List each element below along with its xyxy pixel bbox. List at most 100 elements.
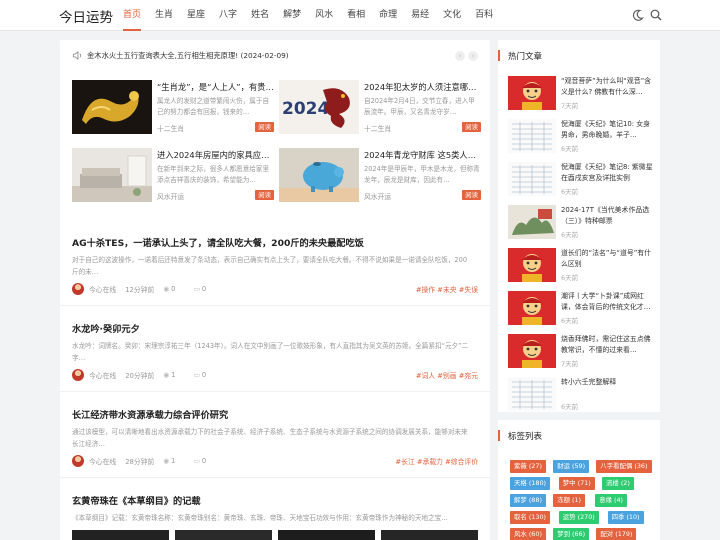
featured-thumbnail-living-room[interactable] xyxy=(72,148,152,202)
tag-chip[interactable]: 梦中 (71) xyxy=(558,477,595,490)
notice-prev-button[interactable]: ‹ xyxy=(455,51,465,61)
article-title[interactable]: AG十杀TES，一诺承认上头了，请全队吃大餐，200斤的未央最配吃饭 xyxy=(72,235,364,249)
hot-article-item[interactable]: 2024-17T《当代美术作品选（三）》特种邮票 6天前 xyxy=(508,205,653,239)
tag-chip[interactable]: 意缘 (4) xyxy=(595,494,628,507)
hot-article-item[interactable]: 倪海厦《天纪》笔记8: 紫微星在酉戌亥宫及详批实例 6天前 xyxy=(508,162,653,196)
featured-title[interactable]: 进入2024年房屋内的家具应… xyxy=(157,149,274,161)
hot-article-title[interactable]: 烧香拜佛时，需记住这五点佛教常识，不懂的过来看… xyxy=(561,334,653,356)
nav-item[interactable]: 生肖 xyxy=(148,0,180,31)
featured-title[interactable]: “生肖龙”，是“人上人”，有贵… xyxy=(157,81,274,93)
nav-item[interactable]: 百科 xyxy=(468,0,500,31)
article-title[interactable]: 长江经济带水资源承载力综合评价研究 xyxy=(72,407,228,421)
nav-item[interactable]: 星座 xyxy=(180,0,212,31)
tag-chip[interactable]: 紫薇 (27) xyxy=(510,460,546,473)
featured-title[interactable]: 2024年犯太岁的人须注意哪… xyxy=(364,81,481,93)
avatar[interactable] xyxy=(72,455,84,467)
hot-article-thumbnail[interactable] xyxy=(508,119,556,153)
article-meta: 今心在线 20分钟前 ◉ 1 ▭ 0 xyxy=(72,369,224,381)
featured-item[interactable]: 进入2024年房屋内的家具应… 在新年到来之际，很多人都愿意给家里添点吉祥喜庆的… xyxy=(72,148,274,202)
hot-article-item[interactable]: 道长们的“法名”与“道号”有什么区别 6天前 xyxy=(508,248,653,282)
article-tags[interactable]: #长江 #承载力 #综合评价 xyxy=(395,456,478,466)
hot-article-item[interactable]: “观音菩萨”为什么叫“观音”含义是什么? 佛教有什么深… 7天前 xyxy=(508,76,653,110)
avatar[interactable] xyxy=(72,283,84,295)
tag-chip[interactable]: 风水 (60) xyxy=(510,528,546,540)
tag-chip[interactable]: 财运 (59) xyxy=(553,460,590,473)
author-name[interactable]: 今心在线 xyxy=(89,456,116,466)
hot-article-thumbnail[interactable] xyxy=(508,205,556,239)
read-button[interactable]: 阅读 xyxy=(255,190,274,200)
hot-article-thumbnail[interactable] xyxy=(508,248,556,282)
nav-item[interactable]: 文化 xyxy=(436,0,468,31)
tag-chip[interactable]: 梦到 (66) xyxy=(553,528,590,540)
dark-mode-moon-icon[interactable] xyxy=(631,8,645,22)
hot-article-thumbnail[interactable] xyxy=(508,162,556,196)
featured-item[interactable]: 2024 2024年犯太岁的人须注意哪… 自2024年2月4日，交节立春，进入甲… xyxy=(279,80,481,134)
featured-author[interactable]: 十二生肖 xyxy=(157,123,184,133)
article-image[interactable] xyxy=(278,530,375,540)
nav-item[interactable]: 看相 xyxy=(340,0,372,31)
hot-article-thumbnail[interactable] xyxy=(508,334,556,368)
featured-title[interactable]: 2024年青龙守财库 这5类人将… xyxy=(364,149,481,161)
hot-article-title[interactable]: 2024-17T《当代美术作品选（三）》特种邮票 xyxy=(561,205,653,227)
author-name[interactable]: 今心在线 xyxy=(89,370,116,380)
nav-item[interactable]: 首页 xyxy=(116,0,148,31)
tag-chip[interactable]: 天格 (180) xyxy=(510,477,550,490)
read-button[interactable]: 阅读 xyxy=(462,122,481,132)
tag-chip[interactable]: 解梦 (88) xyxy=(510,494,546,507)
list-item[interactable]: 水龙吟·癸卯元夕 水龙吟：词牌名。癸卯：宋理宗淳祐三年（1243年）。词人在文中… xyxy=(60,306,490,392)
nav-item[interactable]: 八字 xyxy=(212,0,244,31)
featured-author[interactable]: 风水开运 xyxy=(364,191,391,201)
list-item[interactable]: 长江经济带水资源承载力综合评价研究 通过该模型，可以清晰地看出水资源承载力下的社… xyxy=(60,392,490,478)
article-image[interactable] xyxy=(72,530,169,540)
nav-item[interactable]: 姓名 xyxy=(244,0,276,31)
article-tags[interactable]: #操作 #未央 #失误 xyxy=(416,284,478,294)
hot-article-thumbnail[interactable] xyxy=(508,291,556,325)
article-image[interactable] xyxy=(175,530,272,540)
hot-article-item[interactable]: 倪海厦《天纪》笔记10: 女身男命，男命晚婚，羊子… 6天前 xyxy=(508,119,653,153)
hot-article-thumbnail[interactable] xyxy=(508,76,556,110)
article-title[interactable]: 水龙吟·癸卯元夕 xyxy=(72,321,140,335)
featured-author[interactable]: 十二生肖 xyxy=(364,123,391,133)
hot-article-item[interactable]: 潮评丨大学“卜卦课”成网红课，体会背后的传统文化才… 6天前 xyxy=(508,291,653,325)
nav-item[interactable]: 解梦 xyxy=(276,0,308,31)
tag-chip[interactable]: 八字看配偶 (36) xyxy=(596,460,652,473)
list-item[interactable]: 玄黄帝珠在《本草纲目》的记载 《本草纲目》记载：玄黄帝珠名称：玄黄帝珠别名：黄帝… xyxy=(60,478,490,540)
hot-article-title[interactable]: “观音菩萨”为什么叫“观音”含义是什么? 佛教有什么深… xyxy=(561,76,653,98)
hot-article-title[interactable]: 转小六壬完整解释 xyxy=(561,377,653,399)
article-image[interactable] xyxy=(381,530,478,540)
list-item[interactable]: AG十杀TES，一诺承认上头了，请全队吃大餐，200斤的未央最配吃饭 对于自己的… xyxy=(60,220,490,306)
tag-chip[interactable]: 流楼 (2) xyxy=(602,477,634,490)
hot-article-title[interactable]: 潮评丨大学“卜卦课”成网红课，体会背后的传统文化才… xyxy=(561,291,653,313)
tag-chip[interactable]: 四季 (10) xyxy=(607,511,644,524)
read-button[interactable]: 阅读 xyxy=(255,122,274,132)
tag-chip[interactable]: 配对 (179) xyxy=(596,528,637,540)
notice-next-button[interactable]: › xyxy=(468,51,478,61)
notice-text[interactable]: 金木水火土五行查询表大全,五行相生相克原理! (2024-02-09) xyxy=(87,48,289,64)
site-logo[interactable]: 今日运势 xyxy=(59,6,113,26)
tag-chip[interactable]: 冻额 (1) xyxy=(553,494,586,507)
read-button[interactable]: 阅读 xyxy=(462,190,481,200)
featured-thumbnail-dragon-gold[interactable] xyxy=(72,80,152,134)
hot-article-thumbnail[interactable] xyxy=(508,377,556,411)
featured-item[interactable]: “生肖龙”，是“人上人”，有贵… 属龙人的发财之道带繁闹火伤，属于自己的努力都会… xyxy=(72,80,274,134)
featured-thumbnail-dragon-2024[interactable]: 2024 xyxy=(279,80,359,134)
nav-item[interactable]: 风水 xyxy=(308,0,340,31)
featured-thumbnail-piggy-bank[interactable] xyxy=(279,148,359,202)
avatar[interactable] xyxy=(72,369,84,381)
search-icon[interactable] xyxy=(649,8,663,22)
featured-item[interactable]: 2024年青龙守财库 这5类人将… 2024年是甲辰年，甲木是木龙，但称青龙年，… xyxy=(279,148,481,202)
author-name[interactable]: 今心在线 xyxy=(89,284,116,294)
nav-item[interactable]: 易经 xyxy=(404,0,436,31)
hot-article-item[interactable]: 转小六壬完整解释 6天前 xyxy=(508,377,653,411)
article-excerpt: 对于自己的这波操作，一诺着后还特意发了条动态，表示自己确实有点上头了，要请全队吃… xyxy=(72,256,468,276)
featured-author[interactable]: 风水开运 xyxy=(157,191,184,201)
tag-chip[interactable]: 运势 (270) xyxy=(558,511,599,524)
hot-article-title[interactable]: 倪海厦《天纪》笔记8: 紫微星在酉戌亥宫及详批实例 xyxy=(561,162,653,184)
nav-item[interactable]: 命理 xyxy=(372,0,404,31)
article-tags[interactable]: #词人 #别画 #宛元 xyxy=(416,370,478,380)
tag-chip[interactable]: 取名 (130) xyxy=(510,511,550,524)
hot-article-title[interactable]: 倪海厦《天纪》笔记10: 女身男命，男命晚婚，羊子… xyxy=(561,119,653,141)
hot-article-title[interactable]: 道长们的“法名”与“道号”有什么区别 xyxy=(561,248,653,270)
hot-article-item[interactable]: 烧香拜佛时，需记住这五点佛教常识，不懂的过来看… 7天前 xyxy=(508,334,653,368)
article-title[interactable]: 玄黄帝珠在《本草纲目》的记载 xyxy=(72,493,201,507)
